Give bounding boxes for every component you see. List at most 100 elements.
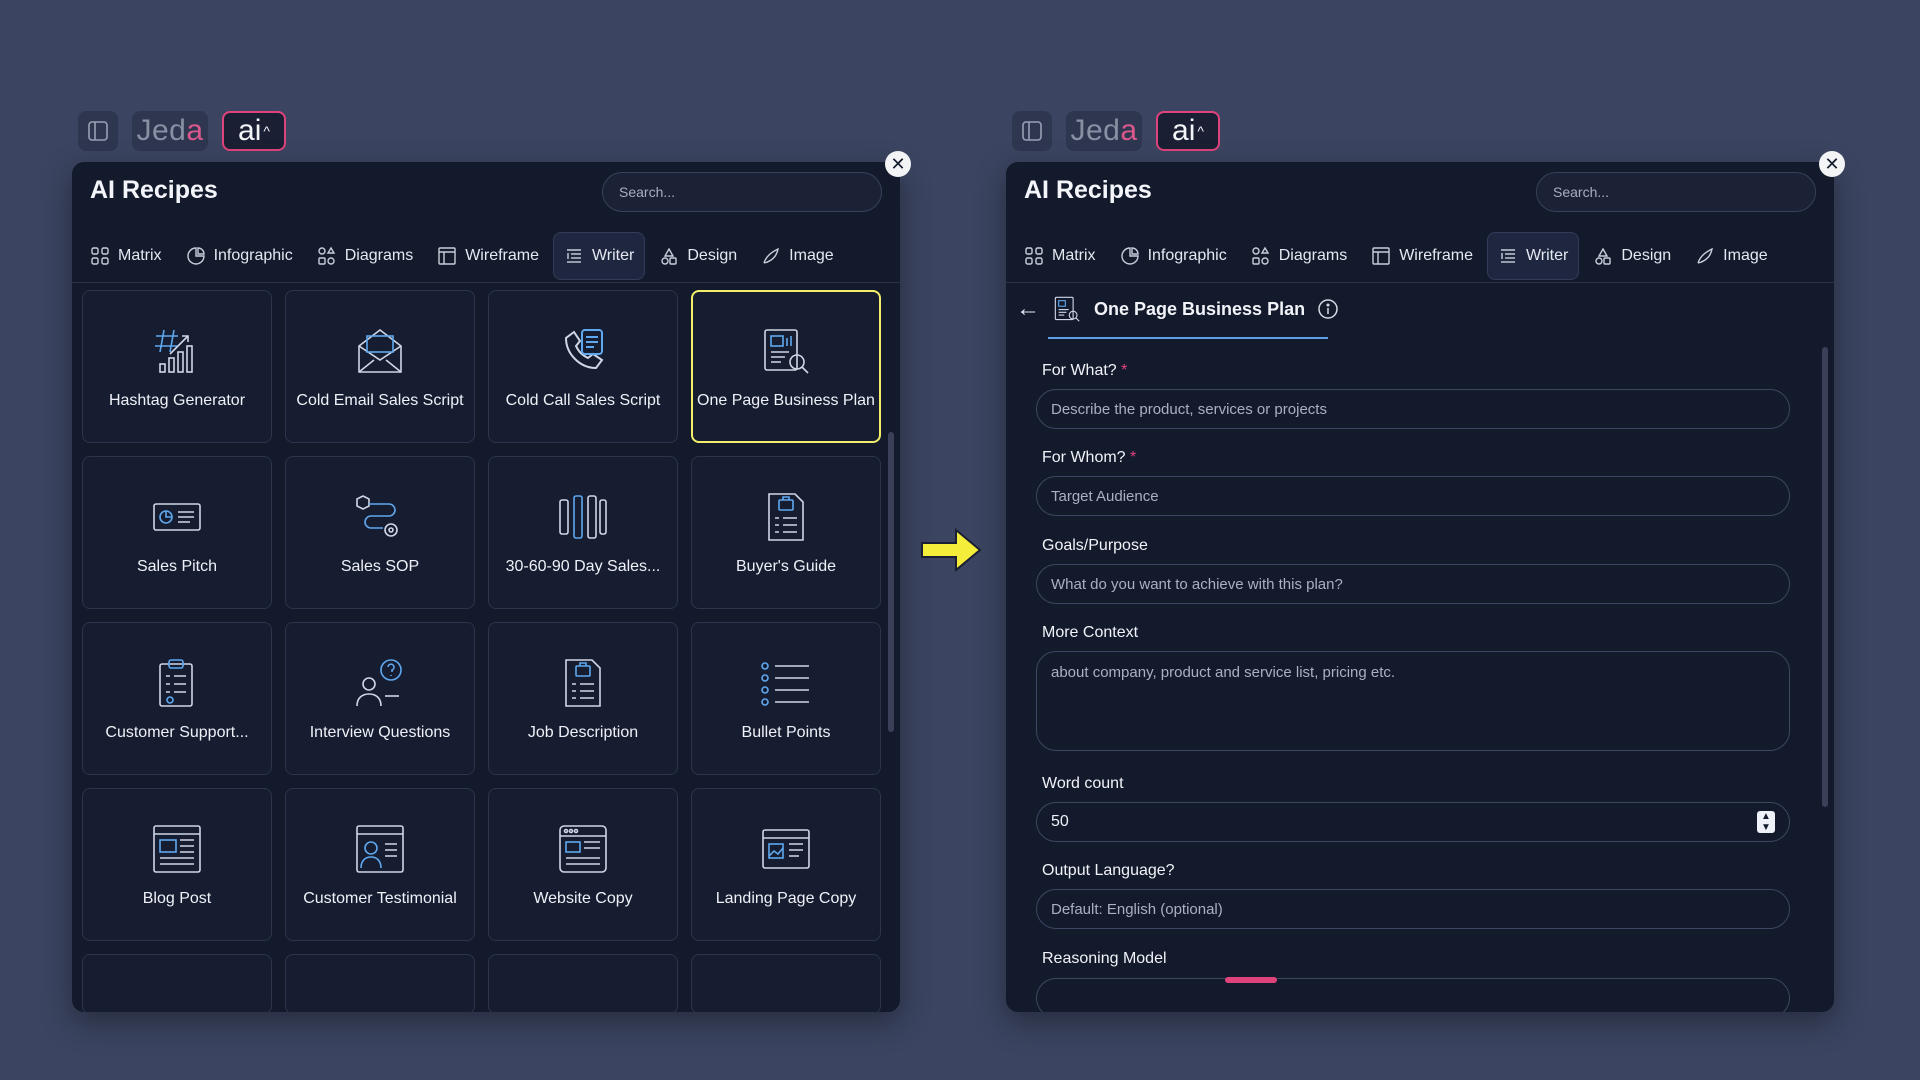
sidebar-toggle-button[interactable] [1012,111,1052,151]
recipe-card-interview-questions[interactable]: Interview Questions [285,622,475,775]
image-icon [763,247,780,264]
diagrams-icon [1252,246,1269,265]
context-textarea[interactable] [1036,651,1790,751]
context-label: More Context [1042,624,1139,641]
email-icon [358,328,402,373]
recipe-card-partial[interactable] [691,954,881,1012]
diagrams-icon [318,246,335,265]
sidebar-icon [1022,121,1042,141]
recipe-card-partial[interactable] [82,954,272,1012]
tab-matrix[interactable]: Matrix [80,232,172,280]
category-tabs: Matrix Infographic Diagrams Wireframe Wr… [80,232,844,280]
website-icon [559,824,607,873]
recipe-card-bullet-points[interactable]: Bullet Points [691,622,881,775]
sidebar-icon [88,121,108,141]
tab-design[interactable]: Design [649,232,747,280]
reasoning-model-select[interactable] [1036,978,1790,1012]
infographic-icon [1120,247,1139,265]
wireframe-icon [1372,247,1390,265]
recipe-title: One Page Business Plan [1094,298,1306,319]
recipe-card-customer-support[interactable]: Customer Support... [82,622,272,775]
columns-icon [559,494,607,539]
interview-icon [356,658,402,706]
tab-infographic[interactable]: Infographic [1110,232,1237,280]
recipe-card-30-60-90-day-sales[interactable]: 30-60-90 Day Sales... [488,456,678,609]
for-whom-label: For Whom? * [1042,449,1137,466]
back-button[interactable]: ← [1016,295,1040,323]
writer-icon [1500,249,1515,263]
writer-icon [566,249,581,263]
recipe-card-one-page-business-plan[interactable]: One Page Business Plan [691,290,881,443]
design-icon [661,247,678,265]
bullet-list-icon [761,661,809,706]
topbar-left: Jed a ai ^ [78,109,286,153]
category-tabs: Matrix Infographic Diagrams Wireframe Wr… [1014,232,1778,280]
reasoning-model-label: Reasoning Model [1042,950,1167,967]
buyers-guide-icon [768,492,804,541]
for-what-label: For What? * [1042,362,1128,379]
ai-menu-button[interactable]: ai ^ [1156,111,1220,151]
tab-diagrams[interactable]: Diagrams [307,232,423,280]
tab-wireframe[interactable]: Wireframe [1361,232,1483,280]
matrix-icon [1025,247,1043,265]
tab-matrix[interactable]: Matrix [1014,232,1106,280]
landing-page-icon [762,828,810,869]
transition-arrow-icon [921,527,982,573]
recipe-card-job-description[interactable]: Job Description [488,622,678,775]
jeda-logo: Jed a [1066,111,1142,151]
tab-wireframe[interactable]: Wireframe [427,232,549,280]
goals-input[interactable] [1036,564,1790,604]
number-stepper-icon[interactable]: ▲ ▼ [1757,811,1775,833]
recipe-card-sales-pitch[interactable]: Sales Pitch [82,456,272,609]
scrollbar[interactable] [1822,347,1828,807]
job-description-icon [565,658,601,707]
recipe-card-blog-post[interactable]: Blog Post [82,788,272,941]
recipe-header: ← One Page Business Plan [1016,294,1339,324]
language-input[interactable] [1036,889,1790,929]
search-input[interactable] [602,172,882,212]
clipboard-icon [159,658,193,707]
recipe-card-customer-testimonial[interactable]: Customer Testimonial [285,788,475,941]
jeda-logo: Jed a [132,111,208,151]
close-button[interactable]: ✕ [1819,151,1845,177]
business-plan-icon [764,328,809,374]
scrollbar[interactable] [888,432,894,732]
recipe-card-landing-page-copy[interactable]: Landing Page Copy [691,788,881,941]
tab-image[interactable]: Image [1685,232,1777,280]
recipe-header-underline [1048,337,1328,339]
recipe-card-buyers-guide[interactable]: Buyer's Guide [691,456,881,609]
caret-up-icon: ^ [263,123,270,139]
info-icon[interactable] [1317,298,1339,320]
recipe-card-sales-sop[interactable]: Sales SOP [285,456,475,609]
recipe-card-hashtag-generator[interactable]: Hashtag Generator [82,290,272,443]
for-whom-input[interactable] [1036,476,1790,516]
caret-up-icon: ^ [1197,123,1204,139]
tab-writer[interactable]: Writer [552,232,646,280]
blog-icon [153,824,201,873]
recipe-card-partial[interactable] [488,954,678,1012]
matrix-icon [91,247,109,265]
recipe-card-partial[interactable] [285,954,475,1012]
search-input[interactable] [1536,172,1816,212]
hashtag-icon [155,329,193,373]
sales-pitch-icon [153,502,201,531]
model-badge [1225,977,1277,983]
design-icon [1595,247,1612,265]
tab-writer[interactable]: Writer [1486,232,1580,280]
topbar-right: Jed a ai ^ [1012,109,1220,153]
recipe-card-cold-call-sales-script[interactable]: Cold Call Sales Script [488,290,678,443]
recipe-card-cold-email-sales-script[interactable]: Cold Email Sales Script [285,290,475,443]
tab-image[interactable]: Image [751,232,843,280]
recipe-card-website-copy[interactable]: Website Copy [488,788,678,941]
for-what-input[interactable] [1036,389,1790,429]
tab-design[interactable]: Design [1583,232,1681,280]
business-plan-icon [1054,296,1080,322]
close-button[interactable]: ✕ [885,151,911,177]
ai-menu-button[interactable]: ai ^ [222,111,286,151]
word-count-input[interactable]: 50 ▲ ▼ [1036,802,1790,842]
panel-title: AI Recipes [1024,176,1152,204]
tab-infographic[interactable]: Infographic [176,232,303,280]
sidebar-toggle-button[interactable] [78,111,118,151]
tab-diagrams[interactable]: Diagrams [1241,232,1357,280]
infographic-icon [186,247,205,265]
